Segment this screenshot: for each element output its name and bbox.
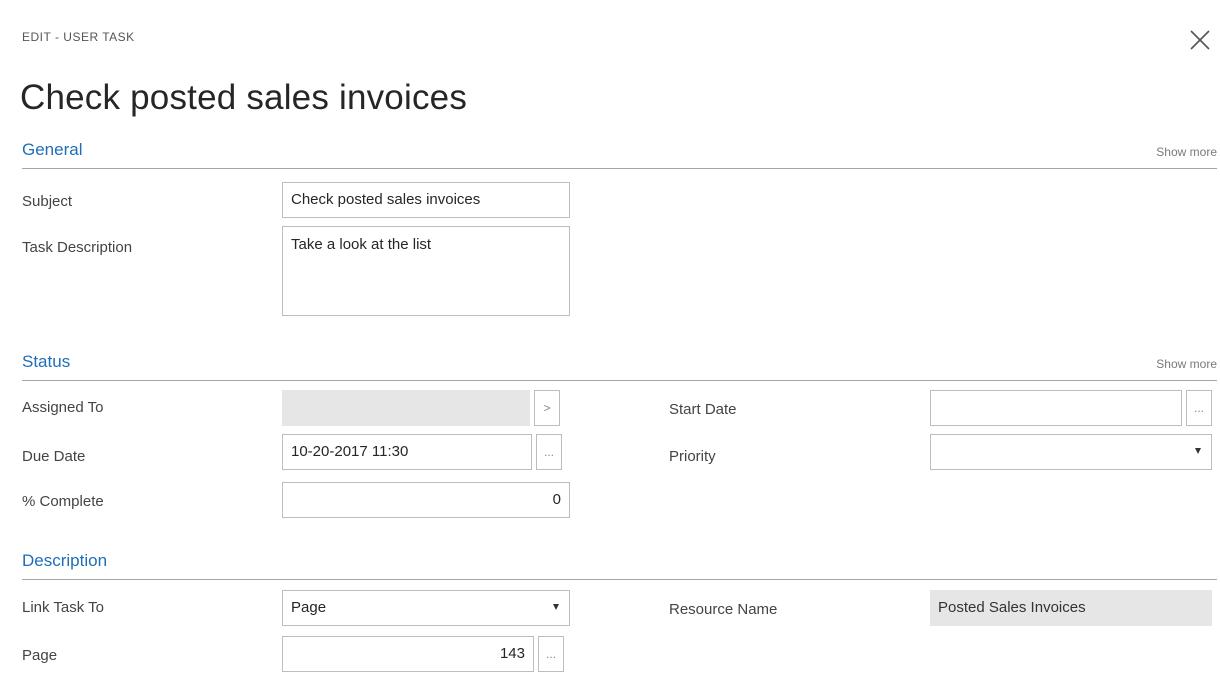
task-description-textarea[interactable]: Take a look at the list bbox=[282, 226, 570, 316]
assigned-to-label: Assigned To bbox=[22, 399, 104, 416]
section-description-header: Description bbox=[22, 551, 1217, 580]
due-date-input[interactable]: 10-20-2017 11:30 bbox=[282, 434, 532, 470]
close-button[interactable] bbox=[1186, 26, 1214, 54]
page-label: Page bbox=[22, 647, 58, 664]
subject-label: Subject bbox=[22, 193, 73, 210]
dialog-kicker: EDIT - USER TASK bbox=[22, 30, 135, 44]
resource-name-value: Posted Sales Invoices bbox=[930, 590, 1212, 626]
resource-name-label: Resource Name bbox=[669, 601, 778, 618]
close-icon bbox=[1190, 30, 1210, 50]
task-description-label: Task Description bbox=[22, 239, 133, 256]
page-input[interactable]: 143 bbox=[282, 636, 534, 672]
assigned-to-lookup-button[interactable]: > bbox=[534, 390, 560, 426]
assigned-to-input[interactable] bbox=[282, 390, 530, 426]
section-description-title[interactable]: Description bbox=[22, 551, 107, 571]
due-date-picker-button[interactable]: ... bbox=[536, 434, 562, 470]
chevron-down-icon bbox=[553, 604, 559, 610]
percent-complete-input[interactable]: 0 bbox=[282, 482, 570, 518]
start-date-label: Start Date bbox=[669, 401, 737, 418]
link-task-to-select[interactable]: Page bbox=[282, 590, 570, 626]
subject-input[interactable]: Check posted sales invoices bbox=[282, 182, 570, 218]
general-show-more-link[interactable]: Show more bbox=[1156, 145, 1217, 159]
start-date-input[interactable] bbox=[930, 390, 1182, 426]
due-date-label: Due Date bbox=[22, 448, 86, 465]
link-task-to-label: Link Task To bbox=[22, 599, 104, 616]
section-status-title[interactable]: Status bbox=[22, 352, 70, 372]
status-show-more-link[interactable]: Show more bbox=[1156, 357, 1217, 371]
priority-select[interactable] bbox=[930, 434, 1212, 470]
page-title: Check posted sales invoices bbox=[20, 78, 468, 117]
section-general-title[interactable]: General bbox=[22, 140, 82, 160]
section-status-header: Status Show more bbox=[22, 352, 1217, 381]
link-task-to-selected-value: Page bbox=[291, 599, 327, 616]
chevron-down-icon bbox=[1195, 448, 1201, 454]
page-lookup-button[interactable]: ... bbox=[538, 636, 564, 672]
percent-complete-label: % Complete bbox=[22, 493, 104, 510]
section-general-header: General Show more bbox=[22, 140, 1217, 169]
start-date-picker-button[interactable]: ... bbox=[1186, 390, 1212, 426]
priority-label: Priority bbox=[669, 448, 716, 465]
